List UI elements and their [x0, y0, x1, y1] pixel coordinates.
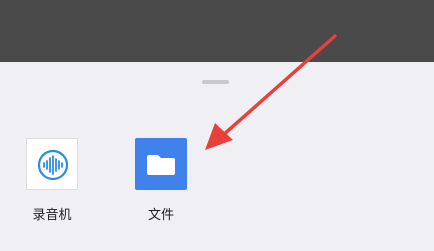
- screen: 录音机 文件: [0, 0, 434, 251]
- annotation-arrow: [205, 34, 337, 150]
